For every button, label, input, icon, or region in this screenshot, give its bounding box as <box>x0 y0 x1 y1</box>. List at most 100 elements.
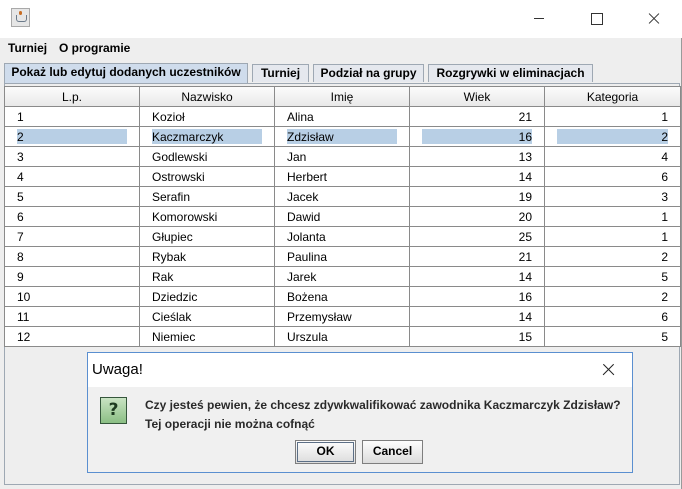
tab-turniej[interactable]: Turniej <box>252 64 309 82</box>
cell-wiek[interactable]: 16 <box>410 287 545 307</box>
dialog-close-icon[interactable] <box>592 359 626 381</box>
cell-kategoria[interactable]: 2 <box>545 127 681 147</box>
java-app-icon[interactable] <box>11 8 30 27</box>
cell-wiek[interactable]: 15 <box>410 327 545 347</box>
cell-imie[interactable]: Urszula <box>275 327 410 347</box>
cell-imie[interactable]: Bożena <box>275 287 410 307</box>
menu-o-programie[interactable]: O programie <box>59 41 130 55</box>
cell-imie[interactable]: Alina <box>275 107 410 127</box>
column-header-imie[interactable]: Imię <box>275 87 410 107</box>
cell-lp[interactable]: 8 <box>5 247 140 267</box>
column-header-lp[interactable]: L.p. <box>5 87 140 107</box>
cell-nazwisko[interactable]: Cieślak <box>140 307 275 327</box>
cell-kategoria[interactable]: 6 <box>545 307 681 327</box>
table-row[interactable]: 7 Głupiec Jolanta 25 1 <box>5 227 681 247</box>
cancel-button[interactable]: Cancel <box>362 440 423 464</box>
cell-lp[interactable]: 9 <box>5 267 140 287</box>
cell-wiek[interactable]: 21 <box>410 247 545 267</box>
table-row[interactable]: 1 Kozioł Alina 21 1 <box>5 107 681 127</box>
cell-kategoria[interactable]: 1 <box>545 227 681 247</box>
cell-lp[interactable]: 12 <box>5 327 140 347</box>
cell-wiek[interactable]: 21 <box>410 107 545 127</box>
column-header-wiek[interactable]: Wiek <box>410 87 545 107</box>
column-header-kategoria[interactable]: Kategoria <box>545 87 681 107</box>
cell-kategoria[interactable]: 5 <box>545 327 681 347</box>
cell-wiek[interactable]: 25 <box>410 227 545 247</box>
tab-elimination-games[interactable]: Rozgrywki w eliminacjach <box>428 64 593 82</box>
cell-imie[interactable]: Paulina <box>275 247 410 267</box>
cell-imie[interactable]: Herbert <box>275 167 410 187</box>
column-header-nazwisko[interactable]: Nazwisko <box>140 87 275 107</box>
cell-imie[interactable]: Jarek <box>275 267 410 287</box>
cell-wiek[interactable]: 14 <box>410 307 545 327</box>
cell-wiek[interactable]: 20 <box>410 207 545 227</box>
cell-lp[interactable]: 7 <box>5 227 140 247</box>
cell-kategoria[interactable]: 2 <box>545 247 681 267</box>
cell-lp[interactable]: 3 <box>5 147 140 167</box>
maximize-button[interactable] <box>568 0 626 38</box>
cell-text: 2 <box>17 130 24 144</box>
cell-lp[interactable]: 2 <box>5 127 140 147</box>
cell-wiek[interactable]: 19 <box>410 187 545 207</box>
cell-kategoria[interactable]: 6 <box>545 167 681 187</box>
cell-imie[interactable]: Przemysław <box>275 307 410 327</box>
table-row[interactable]: 11 Cieślak Przemysław 14 6 <box>5 307 681 327</box>
table-body: 1 Kozioł Alina 21 1 2 Kaczmarczyk Zdzisław 16 2 3 G… <box>5 107 681 347</box>
menu-turniej[interactable]: Turniej <box>8 41 47 55</box>
cell-nazwisko[interactable]: Niemiec <box>140 327 275 347</box>
cell-kategoria[interactable]: 3 <box>545 187 681 207</box>
ok-button[interactable]: OK <box>295 440 356 464</box>
cell-nazwisko[interactable]: Serafin <box>140 187 275 207</box>
table-row[interactable]: 10 Dziedzic Bożena 16 2 <box>5 287 681 307</box>
cell-imie[interactable]: Jacek <box>275 187 410 207</box>
tab-participants[interactable]: Pokaż lub edytuj dodanych uczestników <box>4 63 248 83</box>
cell-kategoria[interactable]: 2 <box>545 287 681 307</box>
cell-nazwisko[interactable]: Głupiec <box>140 227 275 247</box>
cell-wiek[interactable]: 13 <box>410 147 545 167</box>
cell-nazwisko[interactable]: Komorowski <box>140 207 275 227</box>
cell-text: 2 <box>661 290 668 304</box>
cell-imie[interactable]: Zdzisław <box>275 127 410 147</box>
cell-wiek[interactable]: 14 <box>410 167 545 187</box>
close-window-button[interactable] <box>625 0 682 38</box>
cell-kategoria[interactable]: 1 <box>545 107 681 127</box>
cell-wiek[interactable]: 14 <box>410 267 545 287</box>
cell-kategoria[interactable]: 5 <box>545 267 681 287</box>
table-row[interactable]: 2 Kaczmarczyk Zdzisław 16 2 <box>5 127 681 147</box>
table-row[interactable]: 3 Godlewski Jan 13 4 <box>5 147 681 167</box>
cell-text: 14 <box>518 310 532 324</box>
cell-wiek[interactable]: 16 <box>410 127 545 147</box>
cell-imie[interactable]: Jolanta <box>275 227 410 247</box>
cell-kategoria[interactable]: 4 <box>545 147 681 167</box>
table-row[interactable]: 12 Niemiec Urszula 15 5 <box>5 327 681 347</box>
cell-text: 5 <box>17 190 24 204</box>
cell-nazwisko[interactable]: Ostrowski <box>140 167 275 187</box>
cell-lp[interactable]: 11 <box>5 307 140 327</box>
cell-nazwisko[interactable]: Kozioł <box>140 107 275 127</box>
cell-lp[interactable]: 4 <box>5 167 140 187</box>
cell-nazwisko[interactable]: Rak <box>140 267 275 287</box>
tab-group-split[interactable]: Podział na grupy <box>313 64 424 82</box>
cell-lp[interactable]: 10 <box>5 287 140 307</box>
table-row[interactable]: 5 Serafin Jacek 19 3 <box>5 187 681 207</box>
cell-lp[interactable]: 6 <box>5 207 140 227</box>
minimize-button[interactable] <box>510 0 568 38</box>
cell-kategoria[interactable]: 1 <box>545 207 681 227</box>
cell-nazwisko[interactable]: Godlewski <box>140 147 275 167</box>
cell-lp[interactable]: 5 <box>5 187 140 207</box>
dialog-warning: Tej operacji nie można cofnąć <box>145 417 315 431</box>
table-row[interactable]: 9 Rak Jarek 14 5 <box>5 267 681 287</box>
cell-text: Cieślak <box>152 310 192 324</box>
cell-nazwisko[interactable]: Dziedzic <box>140 287 275 307</box>
table-row[interactable]: 4 Ostrowski Herbert 14 6 <box>5 167 681 187</box>
cell-lp[interactable]: 1 <box>5 107 140 127</box>
cell-nazwisko[interactable]: Kaczmarczyk <box>140 127 275 147</box>
cell-imie[interactable]: Jan <box>275 147 410 167</box>
table-row[interactable]: 8 Rybak Paulina 21 2 <box>5 247 681 267</box>
cell-nazwisko[interactable]: Rybak <box>140 247 275 267</box>
cell-text: Kozioł <box>152 110 185 124</box>
cell-text: Zdzisław <box>287 130 334 144</box>
table-row[interactable]: 6 Komorowski Dawid 20 1 <box>5 207 681 227</box>
cell-imie[interactable]: Dawid <box>275 207 410 227</box>
cell-text: 25 <box>518 230 532 244</box>
